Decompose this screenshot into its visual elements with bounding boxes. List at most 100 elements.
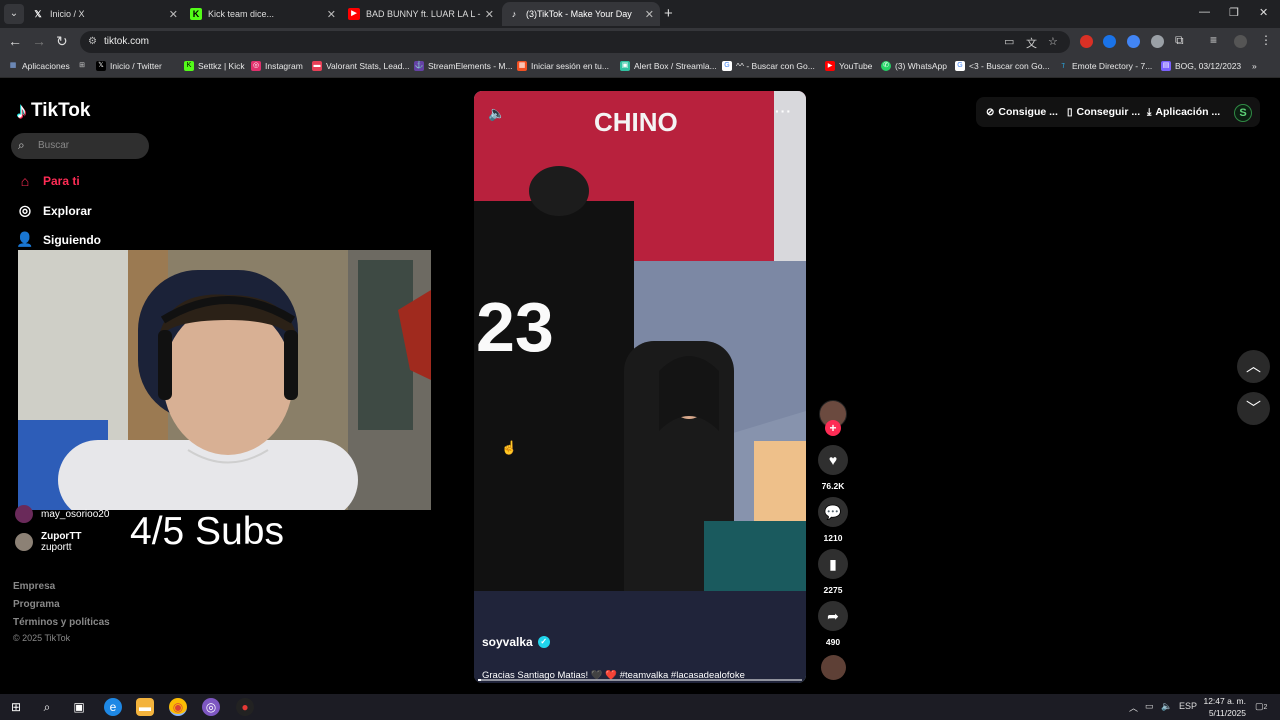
hidden-icons-chevron-icon[interactable]: ︿ — [1129, 701, 1138, 714]
bookmark-label: Aplicaciones — [22, 61, 70, 71]
close-icon[interactable]: ✕ — [169, 8, 178, 21]
bookmark-microsoft[interactable]: ▦ Iniciar sesión en tu... — [517, 61, 609, 71]
footer-link-empresa[interactable]: Empresa — [13, 581, 55, 592]
tab-label: Kick team dice... — [208, 9, 275, 19]
search-icon: ⌕ — [18, 138, 25, 152]
notification-center-icon[interactable]: ▢2 — [1255, 701, 1267, 712]
back-button[interactable]: ← — [8, 33, 22, 49]
video-progress-bar[interactable] — [478, 679, 802, 681]
file-explorer-icon[interactable]: ▬ — [136, 698, 154, 716]
reading-list-icon[interactable]: ≡ — [1210, 33, 1217, 47]
microsoft-icon: ▦ — [517, 61, 527, 71]
bookmark-icon: ▮ — [829, 556, 837, 572]
extension-sound-icon[interactable] — [1103, 35, 1116, 48]
purple-app-icon[interactable]: ◎ — [202, 698, 220, 716]
reload-button[interactable]: ↻ — [56, 33, 68, 50]
address-bar[interactable]: ⚙ tiktok.com ▭ 文 ☆ — [80, 31, 1070, 53]
author-name[interactable]: soyvalka — [482, 635, 533, 649]
site-info-icon[interactable]: ⚙ — [88, 36, 97, 47]
search-input[interactable]: ⌕ Buscar — [11, 133, 149, 159]
get-coins-button[interactable]: ⊘ Consigue ... — [986, 103, 1058, 121]
like-count: 76.2K — [821, 481, 845, 491]
share-button[interactable]: ➦ — [818, 601, 848, 631]
video-progress-fill — [478, 679, 482, 681]
user-profile-avatar[interactable]: S — [1234, 104, 1252, 122]
more-options-icon[interactable]: ··· — [775, 103, 792, 119]
new-tab-button[interactable]: + — [664, 5, 673, 22]
install-app-icon[interactable]: ▭ — [1004, 35, 1014, 48]
profile-avatar-icon[interactable] — [1234, 35, 1247, 48]
tiktok-logo[interactable]: ♪ TikTok — [16, 98, 90, 124]
task-view-icon[interactable]: ▣ — [70, 698, 88, 716]
desktop-app-button[interactable]: ⤓ Aplicación ... — [1147, 103, 1220, 121]
tab-x[interactable]: 𝕏 Inicio / X ✕ — [26, 2, 184, 26]
volume-icon[interactable]: 🔈 — [1161, 701, 1172, 712]
next-video-button[interactable]: ﹀ — [1237, 392, 1270, 425]
bookmark-streamelements[interactable]: ⚓ StreamElements - M... — [414, 61, 513, 71]
volume-icon[interactable]: 🔈 — [488, 105, 505, 122]
extension-shield-icon[interactable] — [1151, 35, 1164, 48]
bookmark-star-icon[interactable]: ☆ — [1048, 35, 1058, 48]
bookmark-streamlabs[interactable]: ▣ Alert Box / Streamla... — [620, 61, 717, 71]
footer-link-terminos[interactable]: Términos y políticas — [13, 617, 110, 628]
system-clock[interactable]: 12:47 a. m. 5/11/2025 — [1196, 695, 1246, 719]
bookmark-kick[interactable]: K Settkz | Kick — [184, 61, 245, 71]
extensions-puzzle-icon[interactable]: ⧉ — [1175, 33, 1184, 48]
get-app-button[interactable]: ▯ Conseguir ... — [1067, 103, 1140, 121]
tab-tiktok[interactable]: ♪ (3)TikTok - Make Your Day ✕ — [502, 2, 660, 26]
forward-button[interactable]: → — [32, 33, 46, 49]
video-author[interactable]: soyvalka ✓ — [482, 635, 550, 649]
minimize-button[interactable]: — — [1199, 6, 1210, 18]
nav-para-ti[interactable]: ⌂ Para ti — [16, 173, 80, 189]
close-icon[interactable]: ✕ — [327, 8, 336, 21]
more-bookmarks-button[interactable]: » — [1252, 61, 1257, 71]
following-account-row[interactable]: ZuporTT zuportt — [15, 531, 82, 553]
language-indicator[interactable]: ESP — [1179, 701, 1197, 711]
obs-icon[interactable]: ● — [236, 698, 254, 716]
close-window-button[interactable]: ✕ — [1259, 6, 1268, 19]
bookmark-google-search-1[interactable]: G ^^ - Buscar con Go... — [722, 61, 815, 71]
video-player[interactable]: CHINO 23 🔈 ··· soyvalka ✓ Gracias Santia… — [474, 91, 806, 683]
bookmark-twitter[interactable]: 𝕏 Inicio / Twitter — [96, 61, 162, 71]
nav-siguiendo[interactable]: 👤 Siguiendo — [16, 231, 101, 248]
bookmark-7tv[interactable]: ⁊ Emote Directory - 7... — [1058, 61, 1152, 71]
tab-kick[interactable]: K Kick team dice... ✕ — [184, 2, 342, 26]
footer-link-programa[interactable]: Programa — [13, 599, 60, 610]
follow-plus-icon[interactable]: + — [825, 420, 841, 436]
bookmark-youtube[interactable]: ▶ YouTube — [825, 61, 872, 71]
tab-youtube[interactable]: ▶ BAD BUNNY ft. LUAR LA L - TE ✕ — [342, 2, 500, 26]
chrome-icon[interactable]: ◉ — [169, 698, 187, 716]
like-button[interactable]: ♥ — [818, 445, 848, 475]
bookmark-apps[interactable]: ▦ Aplicaciones — [8, 61, 70, 71]
document-icon: ▤ — [1161, 61, 1171, 71]
extension-blue-icon[interactable] — [1127, 35, 1140, 48]
following-account-row[interactable]: may_osorioo20 — [15, 505, 109, 523]
music-disc-avatar[interactable] — [821, 655, 846, 680]
close-icon[interactable]: ✕ — [645, 8, 654, 21]
account-name: may_osorioo20 — [41, 508, 110, 520]
previous-video-button[interactable]: ︿ — [1237, 350, 1270, 383]
comment-button[interactable]: 💬 — [818, 497, 848, 527]
nav-explorar[interactable]: ◎ Explorar — [16, 202, 92, 219]
restore-button[interactable]: ❐ — [1229, 6, 1239, 19]
save-button[interactable]: ▮ — [818, 549, 848, 579]
bookmark-valorant[interactable]: ▬ Valorant Stats, Lead... — [312, 61, 409, 71]
windows-start-icon[interactable]: ⊞ — [7, 698, 25, 716]
extension-red-icon[interactable] — [1080, 35, 1093, 48]
chrome-menu-icon[interactable]: ⋮ — [1260, 33, 1272, 47]
bookmark-whatsapp[interactable]: ✆ (3) WhatsApp — [881, 61, 947, 71]
network-icon[interactable]: ▭ — [1145, 701, 1154, 712]
account-name: ZuporTT — [41, 531, 82, 542]
bookmark-bog[interactable]: ▤ BOG, 03/12/2023 — [1161, 61, 1241, 71]
share-icon: ➦ — [827, 608, 839, 624]
url-text[interactable]: tiktok.com — [104, 36, 149, 47]
close-icon[interactable]: ✕ — [485, 8, 494, 21]
translate-icon[interactable]: 文 — [1026, 35, 1037, 51]
bookmark-instagram[interactable]: ◎ Instagram — [251, 61, 303, 71]
edge-icon[interactable]: e — [104, 698, 122, 716]
tab-search-button[interactable]: ⌄ — [4, 4, 24, 24]
search-icon[interactable]: ⌕ — [38, 698, 56, 716]
chevron-up-icon: ︿ — [1245, 358, 1261, 375]
bookmark-google-search-2[interactable]: G <3 - Buscar con Go... — [955, 61, 1050, 71]
bookmark-tab-groups[interactable]: ⊞ — [77, 61, 91, 71]
